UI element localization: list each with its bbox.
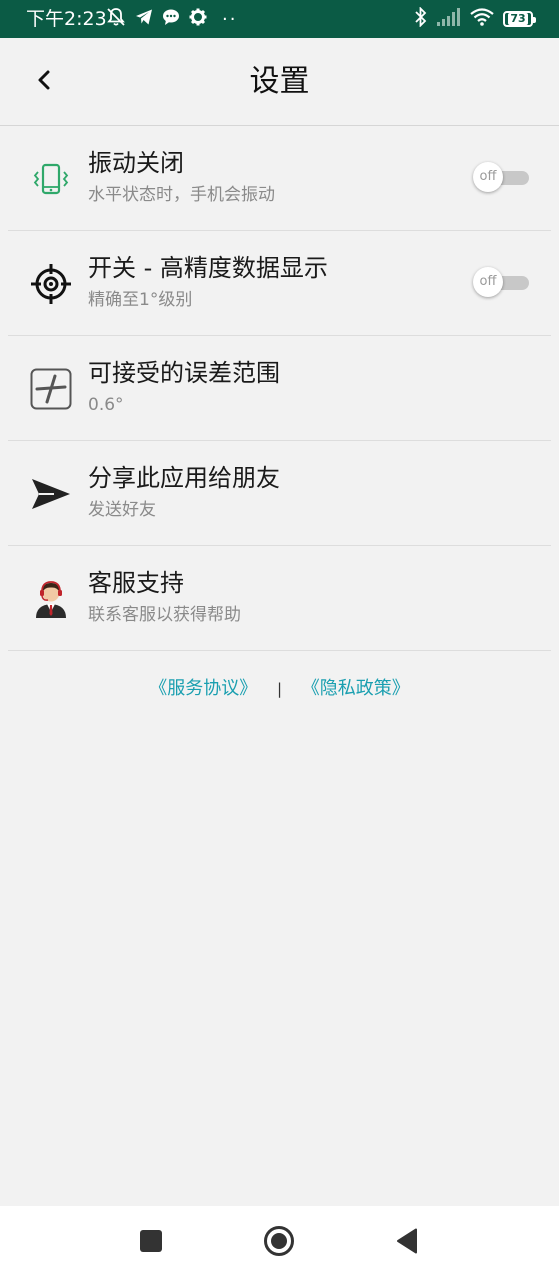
tolerance-icon (28, 366, 74, 412)
page-title: 设置 (249, 64, 310, 99)
toggle-knob: off (473, 162, 503, 192)
recent-apps-icon (139, 1229, 163, 1257)
setting-support[interactable]: 客服支持 联系客服以获得帮助 (8, 546, 551, 651)
mute-bell-icon (106, 7, 126, 31)
signal-icon (437, 8, 461, 30)
setting-title: 可接受的误差范围 (88, 359, 280, 387)
send-icon (28, 471, 74, 517)
header: 设置 (0, 38, 559, 126)
privacy-policy-link[interactable]: 《隐私政策》 (302, 678, 410, 699)
navigation-bar (0, 1206, 559, 1280)
setting-title: 开关 - 高精度数据显示 (88, 254, 328, 282)
setting-share[interactable]: 分享此应用给朋友 发送好友 (8, 441, 551, 546)
link-separator: | (276, 680, 283, 698)
legal-links: 《服务协议》 | 《隐私政策》 (0, 676, 559, 702)
high-precision-toggle[interactable]: off (473, 267, 531, 299)
status-icons-left: ·· (106, 7, 237, 31)
setting-subtitle: 精确至1°级别 (88, 290, 193, 310)
setting-subtitle: 联系客服以获得帮助 (88, 605, 241, 625)
setting-subtitle: 0.6° (88, 395, 124, 415)
setting-title: 振动关闭 (88, 149, 184, 177)
setting-subtitle: 发送好友 (88, 500, 156, 520)
setting-vibration[interactable]: 振动关闭 水平状态时，手机会振动 off (8, 126, 551, 231)
setting-tolerance[interactable]: 可接受的误差范围 0.6° (8, 336, 551, 441)
home-icon (263, 1225, 295, 1261)
battery-icon: 73 (503, 11, 536, 27)
home-button[interactable] (262, 1226, 296, 1260)
status-bar: 下午2:23 ·· 73 (0, 0, 559, 38)
status-time: 下午2:23 (26, 8, 107, 30)
setting-high-precision[interactable]: 开关 - 高精度数据显示 精确至1°级别 off (8, 231, 551, 336)
status-icons-right: 73 (414, 6, 536, 31)
support-agent-icon (28, 576, 74, 622)
setting-title: 客服支持 (88, 569, 184, 597)
battery-level: 73 (508, 12, 528, 25)
crosshair-icon (28, 261, 74, 307)
wifi-icon (470, 8, 494, 30)
toggle-knob: off (473, 267, 503, 297)
recent-apps-button[interactable] (134, 1226, 168, 1260)
settings-list: 振动关闭 水平状态时，手机会振动 off 开关 - 高精度数据显示 精确至1°级… (0, 126, 559, 651)
bluetooth-icon (414, 6, 428, 31)
nav-back-button[interactable] (390, 1226, 424, 1260)
vibrate-phone-icon (28, 156, 74, 202)
vibration-toggle[interactable]: off (473, 162, 531, 194)
chat-bubble-icon (162, 8, 180, 30)
setting-title: 分享此应用给朋友 (88, 464, 280, 492)
more-notifications-icon: ·· (222, 8, 238, 30)
telegram-icon (135, 8, 153, 30)
back-icon (395, 1228, 419, 1258)
service-agreement-link[interactable]: 《服务协议》 (149, 678, 257, 699)
setting-subtitle: 水平状态时，手机会振动 (88, 185, 275, 205)
gear-icon (189, 8, 207, 30)
